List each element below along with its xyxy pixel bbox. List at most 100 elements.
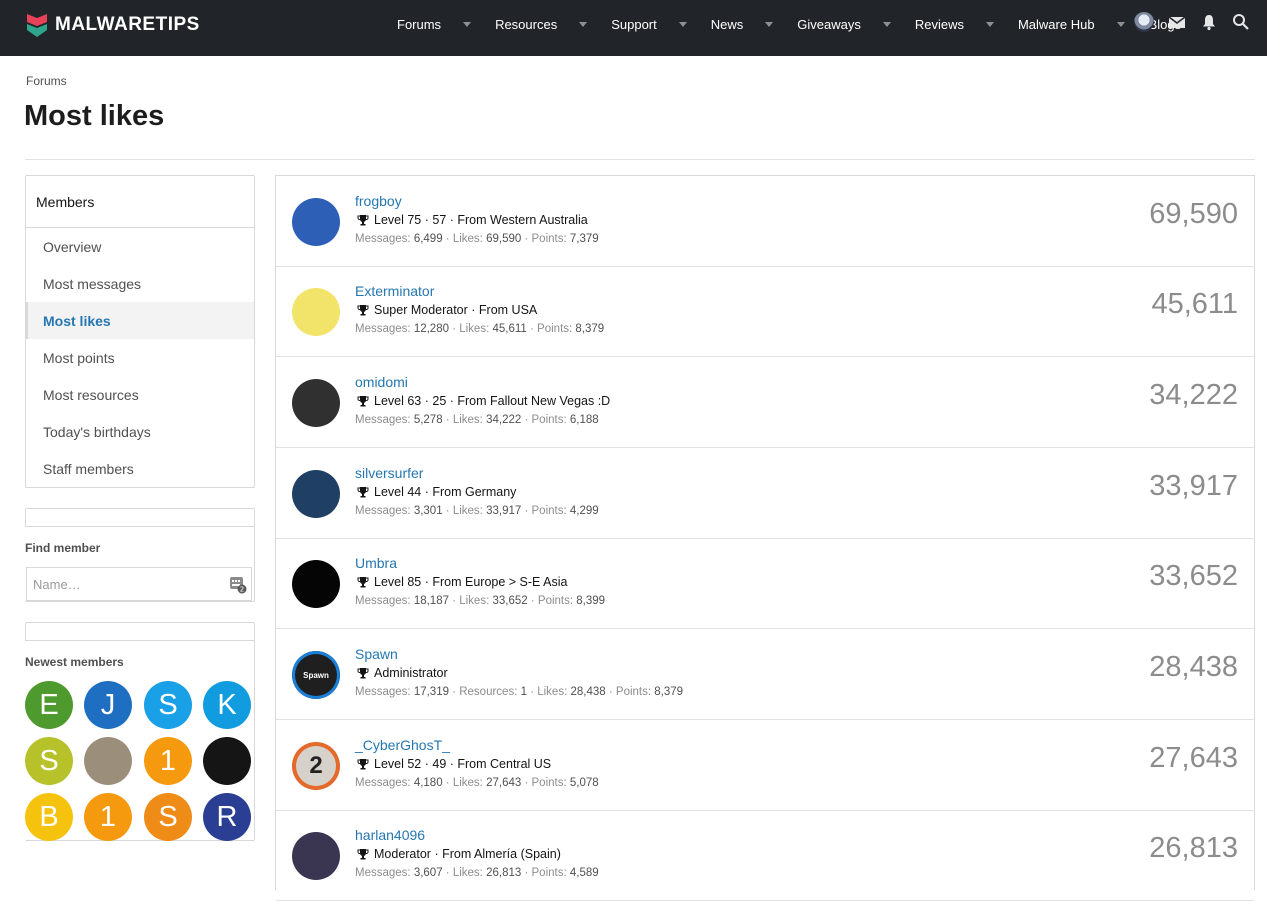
member-avatar[interactable] bbox=[292, 560, 340, 608]
nav-item-label: Reviews bbox=[914, 16, 964, 32]
nav-item-label: Giveaways bbox=[797, 16, 861, 32]
divider bbox=[25, 159, 1255, 160]
caret-down-icon[interactable] bbox=[1116, 21, 1125, 27]
member-row: Umbra Level 85 · From Europe > S-E Asia Me… bbox=[276, 538, 1254, 629]
nav-item-giveaways[interactable]: Giveaways bbox=[785, 0, 903, 48]
caret-down-icon[interactable] bbox=[678, 21, 687, 27]
stat-label: Likes: bbox=[459, 323, 493, 335]
stat-value: 33,652 bbox=[492, 595, 528, 607]
user-avatar[interactable] bbox=[1134, 12, 1154, 32]
member-avatar[interactable] bbox=[203, 737, 251, 785]
nav-item-reviews[interactable]: Reviews bbox=[903, 0, 1006, 48]
page-title: Most likes bbox=[24, 100, 165, 132]
member-avatar[interactable]: S bbox=[25, 737, 73, 785]
member-avatar[interactable]: S bbox=[144, 793, 192, 841]
stat-value: 17,319 bbox=[413, 686, 449, 698]
sidebar-item-staff-members[interactable]: Staff members bbox=[26, 450, 254, 487]
nav-item-label: Resources bbox=[495, 16, 558, 32]
stat-label: Points: bbox=[531, 414, 570, 426]
stat-value: 7,379 bbox=[569, 233, 599, 245]
stat-label: Points: bbox=[615, 686, 655, 698]
caret-down-icon[interactable] bbox=[463, 21, 472, 27]
autocomplete-icon: 2 bbox=[230, 577, 247, 594]
stat-value: 5,078 bbox=[569, 777, 599, 789]
member-title: Super Moderator · From USA bbox=[357, 303, 537, 317]
breadcrumb[interactable]: Forums bbox=[26, 74, 67, 88]
stat-label: Messages: bbox=[355, 505, 414, 517]
sidebar-item-most-messages[interactable]: Most messages bbox=[26, 265, 254, 302]
member-name-link[interactable]: Exterminator bbox=[355, 283, 434, 299]
stat-separator: · bbox=[526, 323, 538, 335]
sidebar-item-overview[interactable]: Overview bbox=[26, 228, 254, 265]
caret-down-icon[interactable] bbox=[579, 21, 588, 27]
caret-down-icon[interactable] bbox=[765, 21, 774, 27]
caret-down-icon[interactable] bbox=[882, 21, 891, 27]
member-stats: Messages: 17,319 · Resources: 1 · Likes:… bbox=[355, 686, 683, 698]
stat-label: Likes: bbox=[459, 595, 493, 607]
site-logo[interactable]: MALWARETIPS bbox=[25, 12, 200, 38]
member-avatar[interactable] bbox=[292, 288, 340, 336]
member-title-text: Super Moderator · From USA bbox=[374, 303, 538, 317]
search-icon[interactable] bbox=[1232, 13, 1250, 31]
stat-value: 26,813 bbox=[486, 867, 522, 879]
member-avatar[interactable]: 1 bbox=[144, 737, 192, 785]
member-title: Level 75 · 57 · From Western Australia bbox=[357, 213, 588, 227]
member-stats: Messages: 5,278 · Likes: 34,222 · Points… bbox=[355, 414, 599, 426]
stat-label: Likes: bbox=[452, 505, 487, 517]
sidebar-item-most-resources[interactable]: Most resources bbox=[26, 376, 254, 413]
member-avatar[interactable] bbox=[84, 737, 132, 785]
nav-item-malware-hub[interactable]: Malware Hub bbox=[1006, 0, 1137, 48]
member-title-text: Level 44 · From Germany bbox=[374, 485, 517, 499]
nav-item-forums[interactable]: Forums bbox=[385, 0, 483, 48]
stat-separator: · bbox=[442, 777, 453, 789]
stat-value: 6,499 bbox=[413, 233, 443, 245]
stat-label: Messages: bbox=[355, 233, 414, 245]
member-avatar[interactable]: K bbox=[203, 681, 251, 729]
member-title: Level 52 · 49 · From Central US bbox=[357, 757, 551, 771]
member-avatar[interactable]: 1 bbox=[84, 793, 132, 841]
member-title-text: Level 52 · 49 · From Central US bbox=[374, 757, 552, 771]
site-logo-text: MALWARETIPS bbox=[55, 14, 200, 35]
stat-separator: · bbox=[442, 867, 453, 879]
sidebar-item-today-s-birthdays[interactable]: Today's birthdays bbox=[26, 413, 254, 450]
member-name-link[interactable]: _CyberGhosT_ bbox=[355, 737, 450, 753]
member-avatar[interactable] bbox=[292, 470, 340, 518]
member-avatar[interactable]: S bbox=[144, 681, 192, 729]
member-avatar[interactable]: 2 bbox=[292, 742, 340, 790]
member-avatar[interactable] bbox=[292, 379, 340, 427]
member-avatar[interactable]: J bbox=[84, 681, 132, 729]
member-avatar[interactable]: E bbox=[25, 681, 73, 729]
member-title: Administrator bbox=[357, 666, 448, 680]
stat-separator: · bbox=[521, 233, 532, 245]
stat-label: Resources: bbox=[459, 686, 521, 698]
stat-label: Points: bbox=[531, 777, 570, 789]
sidebar-item-most-points[interactable]: Most points bbox=[26, 339, 254, 376]
member-name-link[interactable]: Spawn bbox=[355, 646, 398, 662]
stat-label: Likes: bbox=[452, 233, 487, 245]
sidebar-item-most-likes[interactable]: Most likes bbox=[26, 302, 254, 339]
stat-value: 3,607 bbox=[413, 867, 443, 879]
caret-down-icon[interactable] bbox=[985, 21, 994, 27]
member-name-link[interactable]: silversurfer bbox=[355, 465, 423, 481]
mail-icon[interactable] bbox=[1168, 13, 1186, 31]
stat-value: 6,188 bbox=[569, 414, 599, 426]
member-avatar[interactable] bbox=[292, 832, 340, 880]
member-name-link[interactable]: omidomi bbox=[355, 374, 408, 390]
member-avatar[interactable] bbox=[292, 198, 340, 246]
svg-text:2: 2 bbox=[240, 586, 244, 594]
nav-item-support[interactable]: Support bbox=[599, 0, 699, 48]
nav-item-resources[interactable]: Resources bbox=[483, 0, 599, 48]
member-name-link[interactable]: harlan4096 bbox=[355, 827, 425, 843]
stat-value: 69,590 bbox=[486, 233, 522, 245]
member-avatar[interactable]: B bbox=[25, 793, 73, 841]
member-avatar[interactable]: Spawn bbox=[292, 651, 340, 699]
member-avatar[interactable]: R bbox=[203, 793, 251, 841]
newest-members-block: Newest members EJSKS1B1SR bbox=[25, 622, 255, 841]
likes-count: 45,611 bbox=[1151, 288, 1238, 320]
find-member-input[interactable]: Name… 2 bbox=[26, 567, 252, 601]
member-name-link[interactable]: Umbra bbox=[355, 555, 397, 571]
member-name-link[interactable]: frogboy bbox=[355, 193, 402, 209]
bell-icon[interactable] bbox=[1200, 13, 1218, 31]
stat-label: Points: bbox=[531, 867, 570, 879]
nav-item-news[interactable]: News bbox=[699, 0, 786, 48]
